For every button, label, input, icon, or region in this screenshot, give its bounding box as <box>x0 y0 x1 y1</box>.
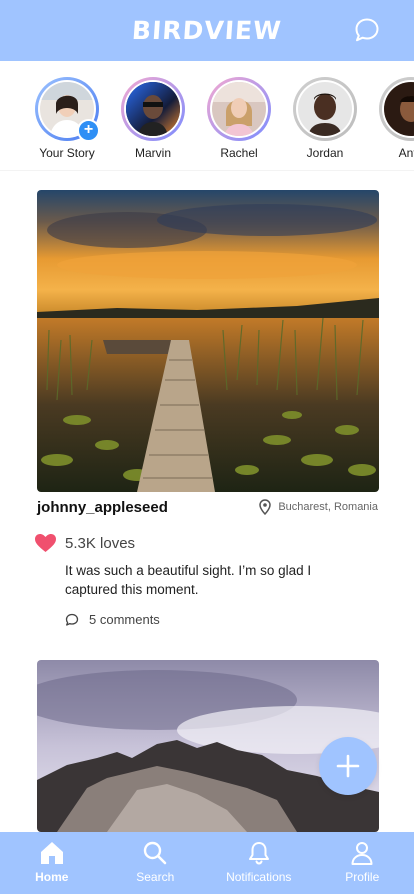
post-username[interactable]: johnny_appleseed <box>37 499 168 516</box>
chat-bubble-icon <box>355 18 379 42</box>
tab-home[interactable]: Home <box>0 832 104 894</box>
app-logo: BIRDVIEW <box>131 16 283 45</box>
comments-count: 5 comments <box>89 612 160 627</box>
story-marvin[interactable]: Marvin <box>121 77 185 160</box>
story-name: Anto <box>398 146 414 160</box>
heart-icon[interactable] <box>34 533 57 553</box>
person-icon <box>351 842 373 865</box>
avatar <box>212 82 266 136</box>
loves-count: 5.3K loves <box>65 534 136 552</box>
story-your-story[interactable]: + Your Story <box>35 77 100 160</box>
post-location: Bucharest, Romania <box>258 499 378 515</box>
avatar <box>384 82 414 136</box>
tab-profile[interactable]: Profile <box>311 832 414 894</box>
story-jordan[interactable]: Jordan <box>293 77 357 160</box>
post-comments[interactable]: 5 comments <box>65 612 160 627</box>
plus-icon <box>336 754 360 778</box>
create-post-button[interactable] <box>319 737 377 795</box>
bell-icon <box>248 842 269 865</box>
tab-search[interactable]: Search <box>104 832 208 894</box>
bottom-tab-bar: Home Search Notifications Profile <box>0 832 414 894</box>
story-ring <box>293 77 357 141</box>
location-text: Bucharest, Romania <box>278 501 378 513</box>
avatar <box>126 82 180 136</box>
tab-label: Search <box>136 870 175 884</box>
location-pin-icon <box>259 499 272 515</box>
avatar <box>298 82 352 136</box>
home-icon <box>40 842 63 864</box>
tab-label: Profile <box>345 870 380 884</box>
story-ring <box>121 77 185 141</box>
post-loves: 5.3K loves <box>34 533 135 553</box>
tab-label: Home <box>35 870 69 884</box>
story-rachel[interactable]: Rachel <box>207 77 271 160</box>
post-caption: It was such a beautiful sight. I’m so gl… <box>65 563 312 597</box>
story-ring <box>207 77 271 141</box>
story-ring <box>379 77 414 141</box>
search-icon <box>144 841 167 865</box>
story-anto[interactable]: Anto <box>379 77 414 160</box>
tab-label: Notifications <box>226 870 292 884</box>
add-story-button[interactable]: + <box>77 119 100 142</box>
post-image[interactable] <box>37 190 379 492</box>
comment-icon <box>65 613 79 626</box>
app-header: BIRDVIEW <box>0 0 414 61</box>
stories-row: + Your Story Marvin Rachel Jordan An <box>0 61 414 171</box>
tab-notifications[interactable]: Notifications <box>207 832 311 894</box>
chat-button[interactable] <box>354 17 380 43</box>
